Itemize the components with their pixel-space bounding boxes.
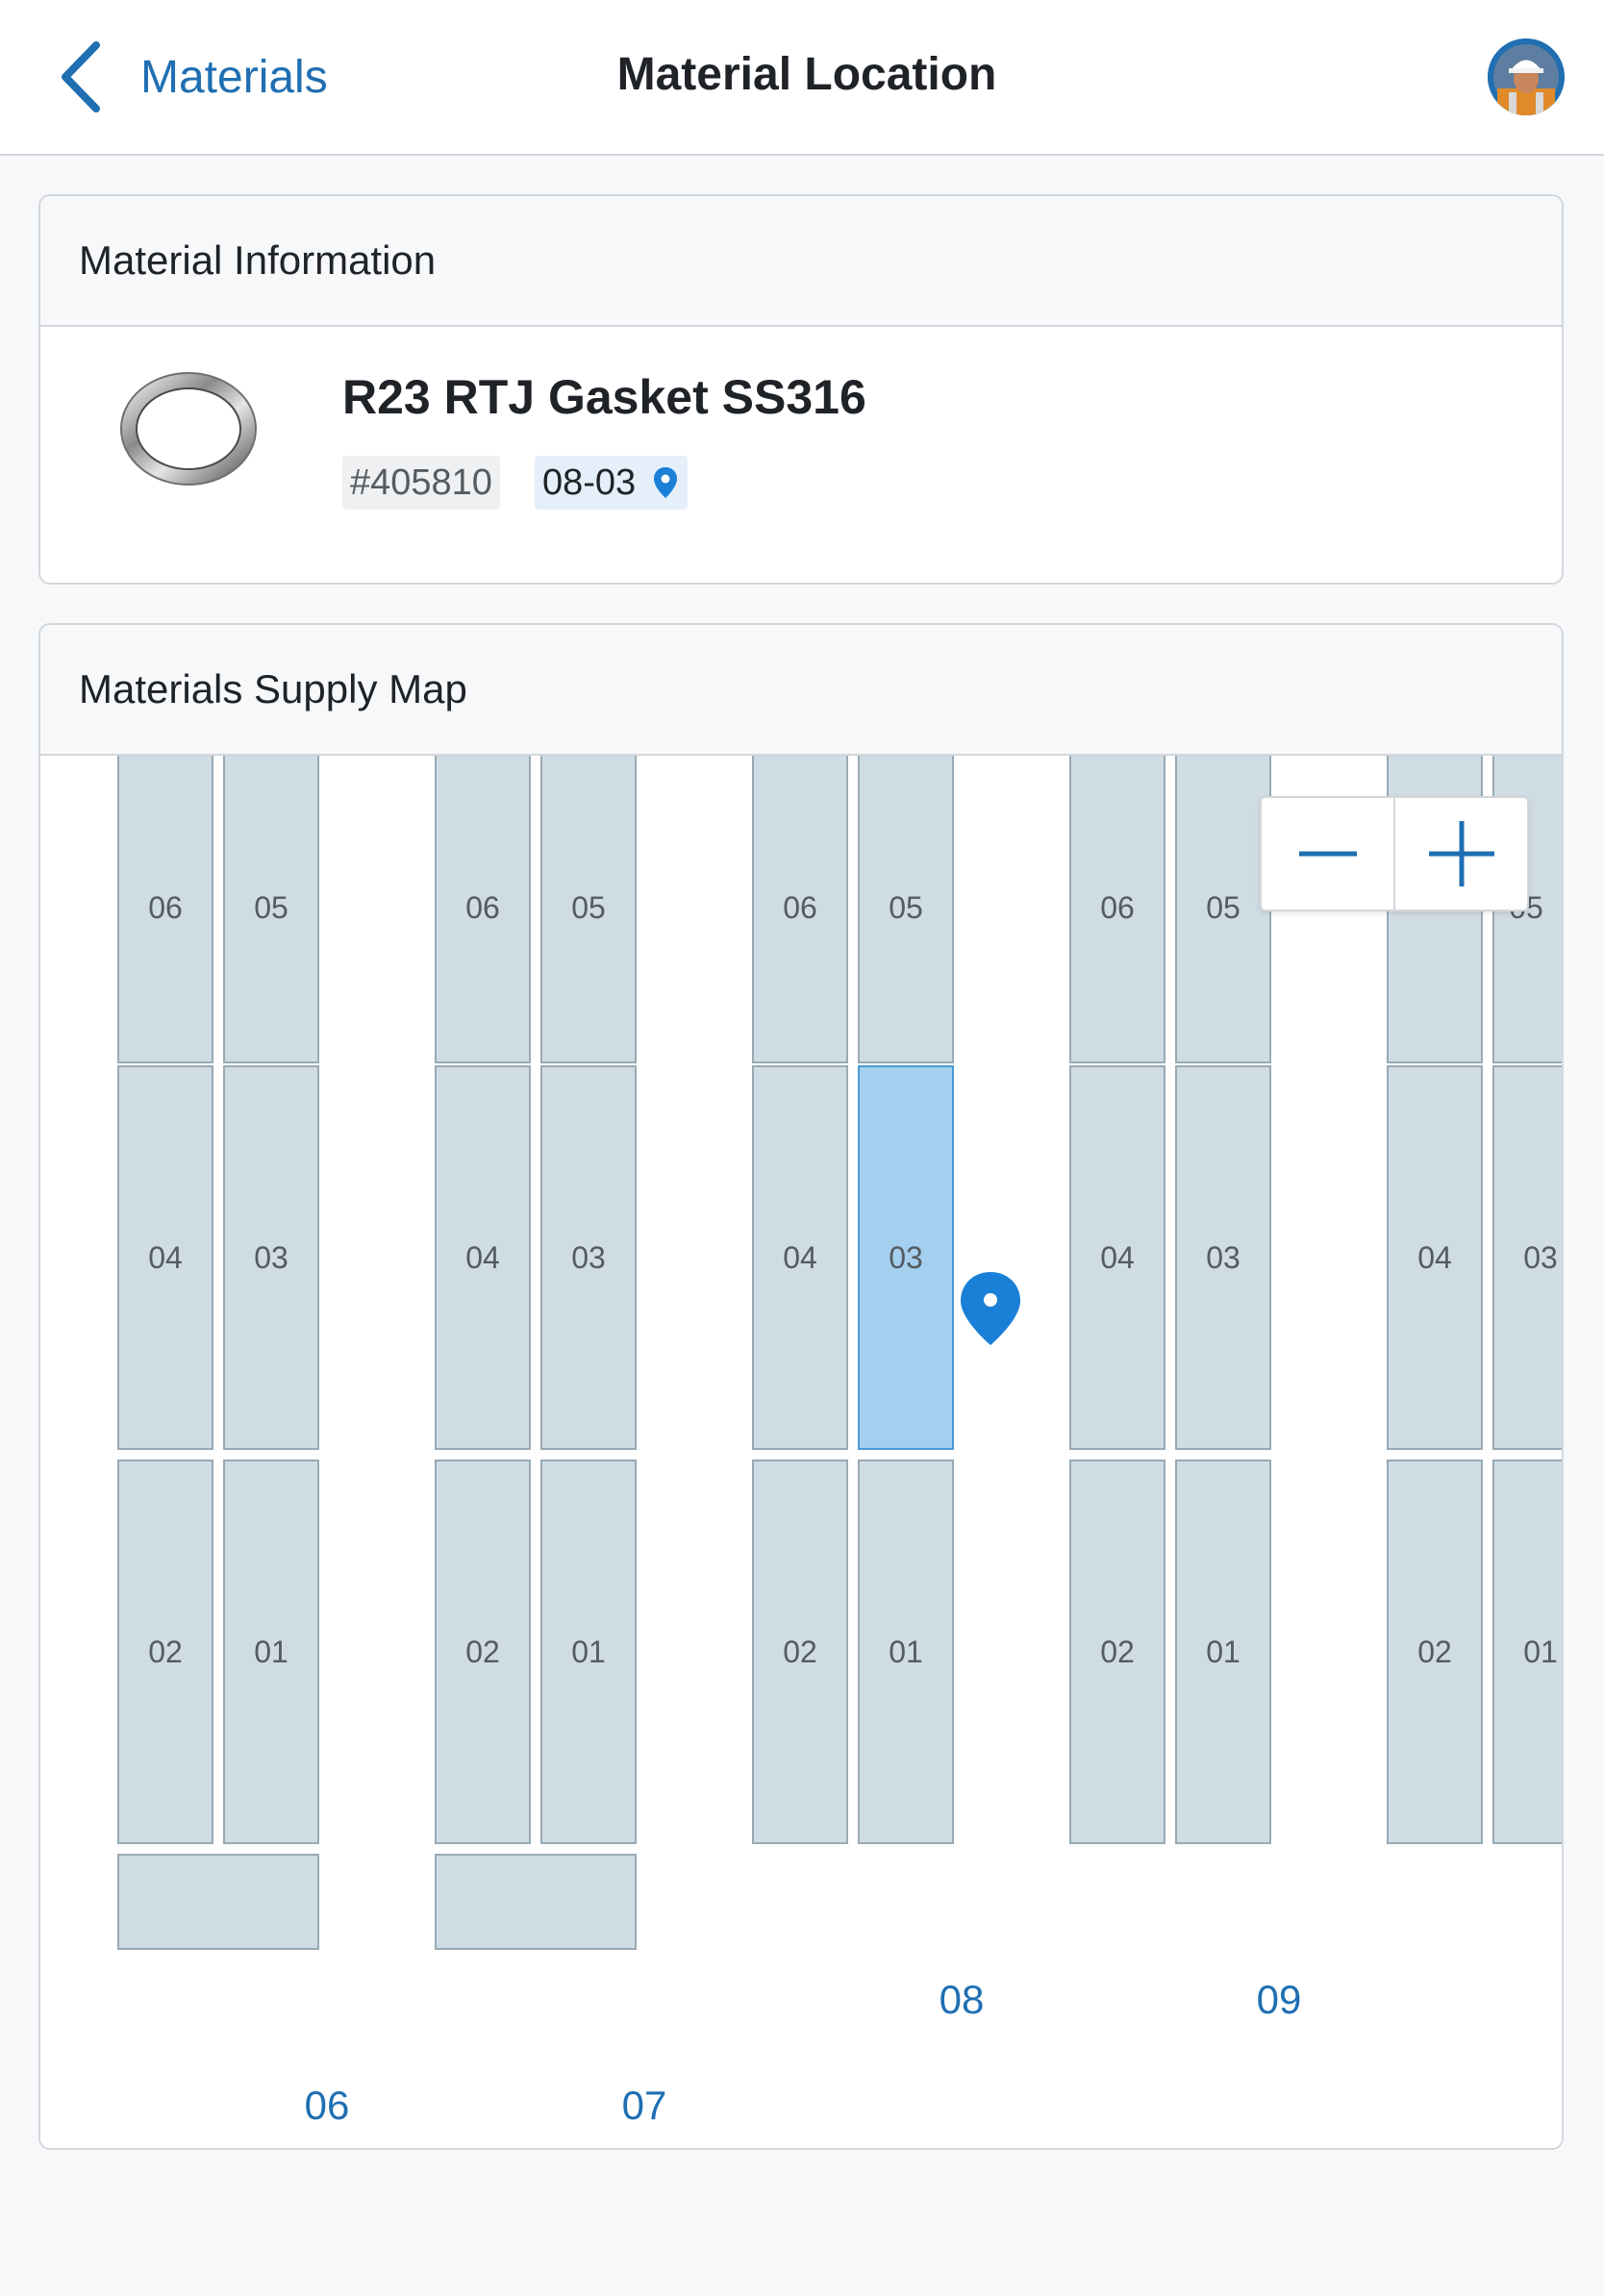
aisle-label: 09 — [1256, 1977, 1302, 2022]
worker-avatar-icon — [1488, 38, 1565, 115]
zoom-in-button[interactable] — [1395, 798, 1527, 910]
bin-07-02[interactable]: 02 — [435, 1460, 531, 1844]
bin-08-02[interactable]: 02 — [752, 1460, 848, 1844]
bin-label: 02 — [148, 1634, 183, 1669]
bin-09-03[interactable]: 03 — [1175, 1065, 1271, 1450]
bin-06-04[interactable]: 04 — [117, 1065, 213, 1450]
bin-label: 04 — [783, 1239, 817, 1275]
bin-06-05[interactable]: 05 — [223, 756, 319, 1063]
bin-label: 01 — [571, 1634, 606, 1669]
bin-label: 04 — [1100, 1239, 1135, 1275]
material-information-card: Material Information R23 RTJ Gasket SS31… — [38, 194, 1564, 585]
bin-07-03[interactable]: 03 — [540, 1065, 637, 1450]
bin-09-06[interactable]: 06 — [1069, 756, 1165, 1063]
bin-label: 05 — [254, 889, 288, 925]
bin-07-06[interactable]: 06 — [435, 756, 531, 1063]
bin-label: 03 — [254, 1239, 288, 1275]
aisle-label: 06 — [304, 2083, 350, 2128]
bin-label: 05 — [571, 889, 606, 925]
bin-07-04[interactable]: 04 — [435, 1065, 531, 1450]
bin-label: 03 — [1206, 1239, 1241, 1275]
location-pin-icon[interactable] — [959, 1270, 1022, 1347]
bin-06-02[interactable]: 02 — [117, 1460, 213, 1844]
page-title: Material Location — [616, 49, 997, 100]
bin-06-06[interactable]: 06 — [117, 756, 213, 1063]
bin-label: 02 — [783, 1634, 817, 1669]
zoom-controls — [1260, 796, 1529, 911]
zoom-out-button[interactable] — [1262, 798, 1393, 910]
bin-label: 01 — [254, 1634, 288, 1669]
bin-07-05[interactable]: 05 — [540, 756, 637, 1063]
bin-x-04[interactable]: 04 — [1387, 1065, 1483, 1450]
ring-gasket-image-icon — [120, 372, 257, 486]
bin-08-05[interactable]: 05 — [858, 756, 954, 1063]
material-location-badge[interactable]: 08-03 — [535, 456, 689, 510]
minus-icon — [1298, 851, 1357, 857]
bin-label: 01 — [889, 1634, 923, 1669]
bin-label: 04 — [148, 1239, 183, 1275]
bin-label: 03 — [889, 1239, 923, 1275]
top-navigation-bar: Materials Material Location — [0, 0, 1604, 156]
bin-selected[interactable]: 03 — [858, 1065, 954, 1450]
bin-09-01[interactable]: 01 — [1175, 1460, 1271, 1844]
bin-06-03[interactable]: 03 — [223, 1065, 319, 1450]
bin-label: 03 — [1523, 1239, 1558, 1275]
bin-x-01[interactable]: 01 — [1492, 1460, 1562, 1844]
bin-bottom[interactable] — [117, 1854, 319, 1950]
material-id-badge: #405810 — [342, 456, 500, 510]
bin-label: 03 — [571, 1239, 606, 1275]
bin-bottom[interactable] — [435, 1854, 637, 1950]
bin-label: 02 — [1417, 1634, 1452, 1669]
material-name: R23 RTJ Gasket SS316 — [342, 370, 866, 424]
supply-map-header: Materials Supply Map — [40, 625, 1562, 756]
material-information-header: Material Information — [40, 196, 1562, 327]
supply-map[interactable]: 06 05 04 03 02 01 06 06 05 04 03 02 01 07 06 05 04 03 02 01… — [40, 756, 1562, 2148]
bin-09-02[interactable]: 02 — [1069, 1460, 1165, 1844]
bin-08-06[interactable]: 06 — [752, 756, 848, 1063]
bin-label: 02 — [465, 1634, 500, 1669]
bin-09-04[interactable]: 04 — [1069, 1065, 1165, 1450]
bin-08-01[interactable]: 01 — [858, 1460, 954, 1844]
bin-x-03[interactable]: 03 — [1492, 1065, 1562, 1450]
bin-x-02[interactable]: 02 — [1387, 1460, 1483, 1844]
bin-label: 06 — [148, 889, 183, 925]
material-id: #405810 — [350, 462, 492, 503]
material-image — [110, 365, 263, 490]
bin-label: 06 — [465, 889, 500, 925]
bin-label: 06 — [783, 889, 817, 925]
bin-08-04[interactable]: 04 — [752, 1065, 848, 1450]
aisle-label: 08 — [939, 1977, 985, 2022]
bin-label: 01 — [1206, 1634, 1241, 1669]
bin-06-01[interactable]: 01 — [223, 1460, 319, 1844]
bin-label: 01 — [1523, 1634, 1558, 1669]
avatar[interactable] — [1488, 38, 1565, 115]
bin-label: 04 — [465, 1239, 500, 1275]
bin-07-01[interactable]: 01 — [540, 1460, 637, 1844]
materials-supply-map-card: Materials Supply Map 06 05 04 03 02 01 06 06 05 0… — [38, 623, 1564, 2150]
bin-label: 05 — [889, 889, 923, 925]
bin-label: 06 — [1100, 889, 1135, 925]
bin-label: 04 — [1417, 1239, 1452, 1275]
bin-label: 02 — [1100, 1634, 1135, 1669]
bin-label: 05 — [1206, 889, 1241, 925]
plus-icon — [1428, 821, 1494, 886]
bin-09-05[interactable]: 05 — [1175, 756, 1271, 1063]
location-pin-icon — [654, 467, 678, 498]
material-location: 08-03 — [542, 462, 637, 503]
aisle-label: 07 — [621, 2083, 667, 2128]
